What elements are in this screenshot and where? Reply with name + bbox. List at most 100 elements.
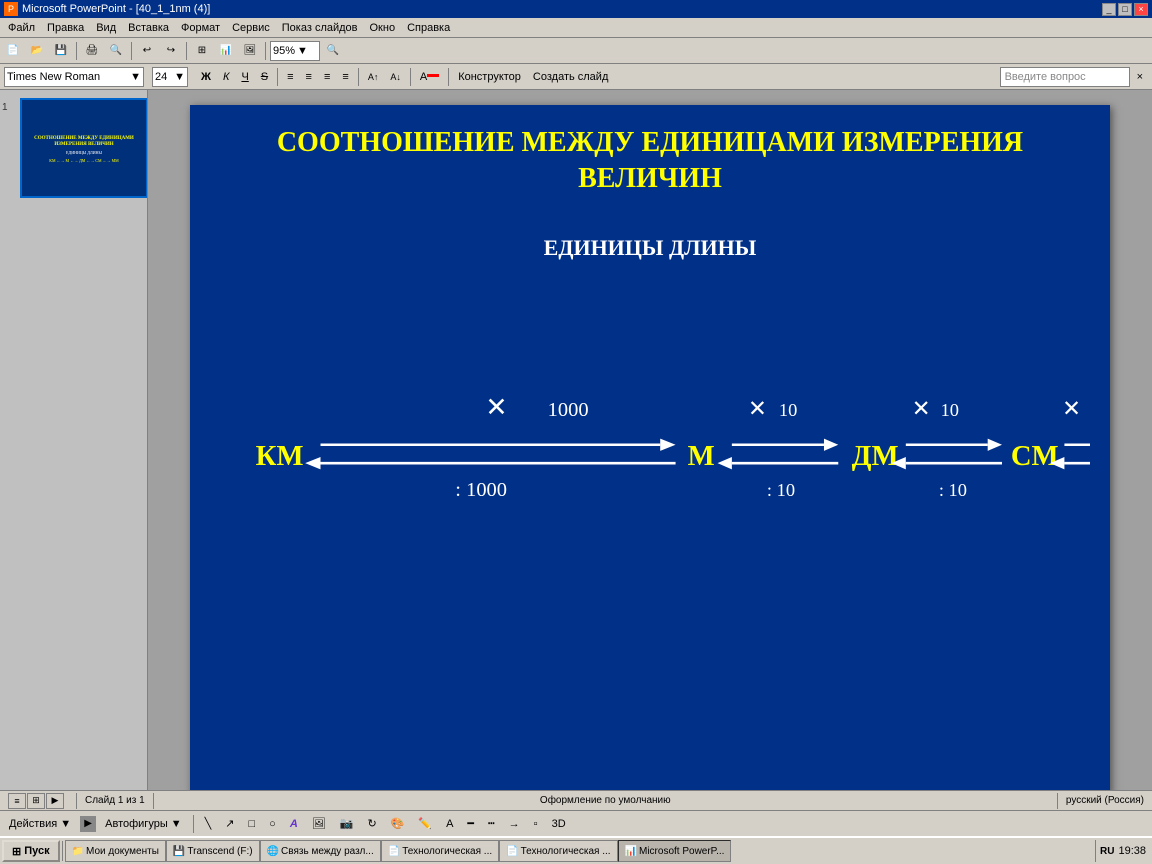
redo-button[interactable]: ↪ xyxy=(160,40,182,62)
clock: 19:38 xyxy=(1118,845,1146,857)
close-button[interactable]: × xyxy=(1134,3,1148,16)
font-name-value: Times New Roman xyxy=(7,71,100,83)
menu-file[interactable]: Файл xyxy=(2,21,41,35)
taskbar-icon-3: 📄 xyxy=(388,846,400,857)
arrow-style-button[interactable]: → xyxy=(504,814,525,834)
menu-edit[interactable]: Правка xyxy=(41,21,90,35)
line-tool[interactable]: ╲ xyxy=(200,814,217,834)
menu-tools[interactable]: Сервис xyxy=(226,21,276,35)
unit-m: М xyxy=(688,440,715,472)
status-bar: ≡ ⊞ ▶ Слайд 1 из 1 Оформление по умолчан… xyxy=(0,790,1152,810)
bold-button[interactable]: Ж xyxy=(196,67,216,87)
menu-window[interactable]: Окно xyxy=(364,21,402,35)
thumb-subtitle: ЕДИНИЦЫ ДЛИНЫ xyxy=(66,150,102,155)
designer-button[interactable]: Конструктор xyxy=(453,67,526,87)
insert-chart-button[interactable]: 📊 xyxy=(215,40,237,62)
fmt-separator-1 xyxy=(277,68,278,86)
strikethrough-button[interactable]: S xyxy=(256,67,273,87)
dash-style-button[interactable]: ┅ xyxy=(483,814,500,834)
minimize-button[interactable]: _ xyxy=(1102,3,1116,16)
picture-button[interactable]: 📷 xyxy=(335,814,359,834)
shadow-button[interactable]: ▫ xyxy=(529,814,543,834)
arrow-left-1 xyxy=(305,457,320,469)
line-color-button[interactable]: ✏️ xyxy=(413,814,437,834)
arrow-right-1 xyxy=(660,439,675,451)
new-slide-button[interactable]: Создать слайд xyxy=(528,67,613,87)
zoom-icon[interactable]: 🔍 xyxy=(322,40,344,62)
taskbar-item-5[interactable]: 📊 Microsoft PowerP... xyxy=(618,840,732,862)
slide-subtitle[interactable]: ЕДИНИЦЫ ДЛИНЫ xyxy=(220,235,1080,261)
menu-format[interactable]: Формат xyxy=(175,21,226,35)
start-label: Пуск xyxy=(24,845,49,857)
ask-input[interactable]: Введите вопрос xyxy=(1000,67,1130,87)
view-buttons[interactable]: ≡ ⊞ ▶ xyxy=(8,793,64,809)
insert-picture-button[interactable]: 🖼 xyxy=(239,40,261,62)
undo-button[interactable]: ↩ xyxy=(136,40,158,62)
taskbar-item-2[interactable]: 🌐 Связь между разл... xyxy=(260,840,381,862)
font-color-draw-button[interactable]: A xyxy=(441,814,458,834)
taskbar-item-1[interactable]: 💾 Transcend (F:) xyxy=(166,840,260,862)
insert-table-button[interactable]: ⊞ xyxy=(191,40,213,62)
standard-toolbar: 📄 📂 💾 🖨 🔍 ↩ ↪ ⊞ 📊 🖼 95% ▼ 🔍 xyxy=(0,38,1152,64)
taskbar: ⊞ Пуск 📁 Мои документы 💾 Transcend (F:) … xyxy=(0,836,1152,864)
taskbar-icon-4: 📄 xyxy=(506,846,518,857)
justify-button[interactable]: ≡ xyxy=(337,67,353,87)
arrow-right-2 xyxy=(824,439,838,451)
open-button[interactable]: 📂 xyxy=(26,40,48,62)
taskbar-label-4: Технологическая ... xyxy=(521,846,611,857)
autoshapes-button[interactable]: Автофигуры ▼ xyxy=(100,814,187,834)
menu-slideshow[interactable]: Показ слайдов xyxy=(276,21,364,35)
line-style-button[interactable]: ━ xyxy=(462,814,479,834)
start-button[interactable]: ⊞ Пуск xyxy=(2,840,60,862)
language-indicator[interactable]: RU xyxy=(1100,846,1114,857)
actions-button[interactable]: Действия ▼ xyxy=(4,814,76,834)
slideshow-button[interactable]: ▶ xyxy=(46,793,64,809)
language-info: русский (Россия) xyxy=(1066,795,1144,806)
fill-color-button[interactable]: 🎨 xyxy=(386,814,410,834)
slide-thumbnail-1[interactable]: СООТНОШЕНИЕ МЕЖДУ ЕДИНИЦАМИ ИЗМЕРЕНИЯ ВЕ… xyxy=(20,98,148,198)
maximize-button[interactable]: □ xyxy=(1118,3,1132,16)
taskbar-item-3[interactable]: 📄 Технологическая ... xyxy=(381,840,499,862)
save-button[interactable]: 💾 xyxy=(50,40,72,62)
3d-button[interactable]: 3D xyxy=(547,814,571,834)
menu-insert[interactable]: Вставка xyxy=(122,21,175,35)
taskbar-label-2: Связь между разл... xyxy=(281,846,374,857)
underline-button[interactable]: Ч xyxy=(236,67,253,87)
rect-tool[interactable]: □ xyxy=(244,814,261,834)
italic-button[interactable]: К xyxy=(218,67,234,87)
oval-tool[interactable]: ○ xyxy=(264,814,281,834)
multiply-10-x-1: ✕ xyxy=(748,396,767,421)
slide-1[interactable]: СООТНОШЕНИЕ МЕЖДУ ЕДИНИЦАМИ ИЗМЕРЕНИЯ ВЕ… xyxy=(190,105,1110,795)
new-button[interactable]: 📄 xyxy=(2,40,24,62)
slide-sorter-button[interactable]: ⊞ xyxy=(27,793,45,809)
normal-view-button[interactable]: ≡ xyxy=(8,793,26,809)
rotate-button[interactable]: ↻ xyxy=(362,814,381,834)
arrow-right-3 xyxy=(988,439,1002,451)
menu-view[interactable]: Вид xyxy=(90,21,122,35)
select-tool[interactable]: ▶ xyxy=(80,816,96,832)
divide-10-label-1: : 10 xyxy=(767,480,795,500)
wordart-button[interactable]: A xyxy=(285,814,303,834)
align-center-button[interactable]: ≡ xyxy=(301,67,317,87)
arrow-tool[interactable]: ↗ xyxy=(220,814,239,834)
ask-placeholder: Введите вопрос xyxy=(1005,71,1086,83)
window-controls[interactable]: _ □ × xyxy=(1102,3,1148,16)
zoom-select[interactable]: 95% ▼ xyxy=(270,41,320,61)
font-name-select[interactable]: Times New Roman ▼ xyxy=(4,67,144,87)
font-size-value: 24 xyxy=(155,71,167,83)
print-button[interactable]: 🖨 xyxy=(81,40,103,62)
superscript-button[interactable]: A↑ xyxy=(363,67,384,87)
taskbar-item-4[interactable]: 📄 Технологическая ... xyxy=(499,840,617,862)
close-help-button[interactable]: × xyxy=(1132,67,1148,87)
font-size-select[interactable]: 24 ▼ xyxy=(152,67,188,87)
fmt-separator-3 xyxy=(410,68,411,86)
align-right-button[interactable]: ≡ xyxy=(319,67,335,87)
taskbar-item-0[interactable]: 📁 Мои документы xyxy=(65,840,166,862)
slide-title[interactable]: СООТНОШЕНИЕ МЕЖДУ ЕДИНИЦАМИ ИЗМЕРЕНИЯ ВЕ… xyxy=(220,125,1080,198)
subscript-button[interactable]: A↓ xyxy=(385,67,406,87)
menu-help[interactable]: Справка xyxy=(401,21,456,35)
preview-button[interactable]: 🔍 xyxy=(105,40,127,62)
font-color-button[interactable]: A xyxy=(415,67,444,87)
align-left-button[interactable]: ≡ xyxy=(282,67,298,87)
clipart-button[interactable]: 🖼 xyxy=(307,814,331,834)
